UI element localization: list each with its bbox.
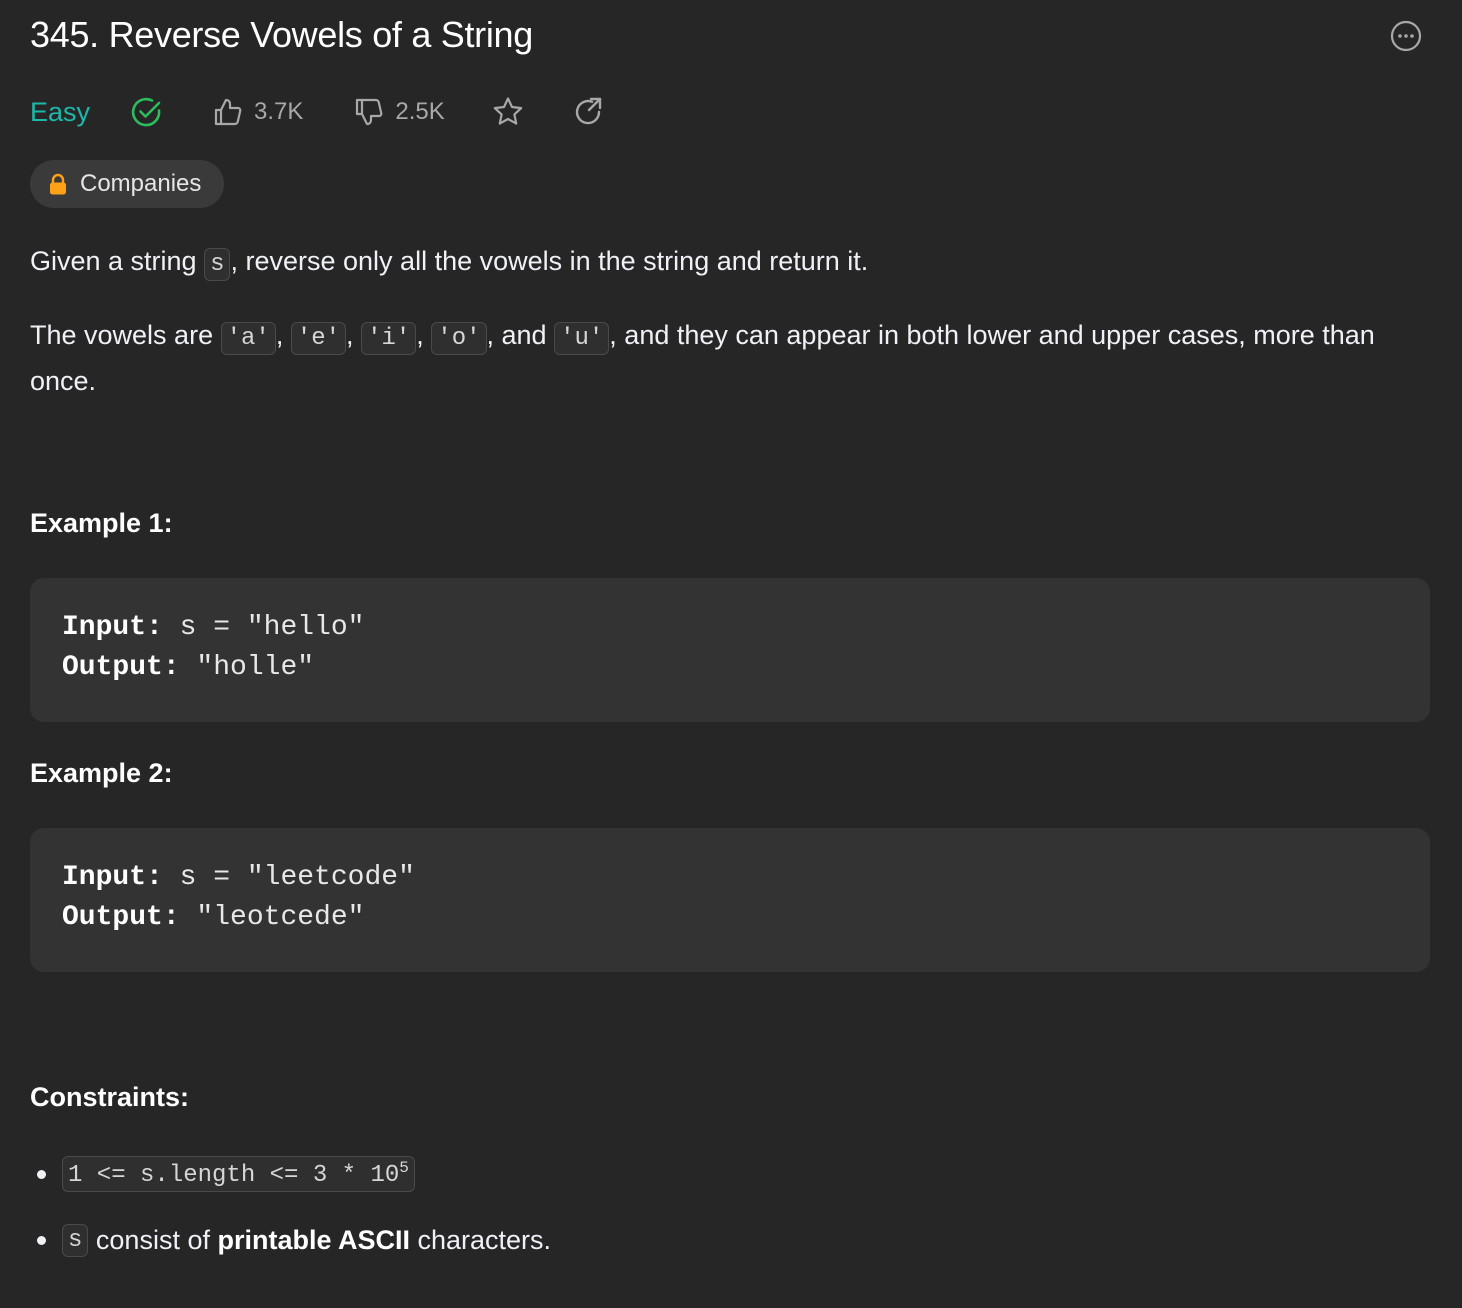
difficulty-badge: Easy xyxy=(30,96,91,127)
separator: , xyxy=(346,320,362,350)
vowel-code-a: 'a' xyxy=(220,322,276,355)
output-label: Output: xyxy=(62,652,180,683)
example-2-input-line: Input: s = "leetcode" xyxy=(62,858,1398,898)
vowel-code-i: 'i' xyxy=(361,322,417,355)
constraint-bold-text: printable ASCII xyxy=(217,1224,410,1255)
constraint-text-end: characters. xyxy=(410,1224,552,1255)
vowel-code-e: 'e' xyxy=(290,322,347,355)
problem-page: 345. Reverse Vowels of a String Easy 3.7… xyxy=(0,0,1462,1308)
favorite-button[interactable] xyxy=(491,95,525,129)
star-icon xyxy=(493,97,523,125)
constraint-length-text: 1 <= s.length <= 3 * 10 xyxy=(68,1162,400,1189)
vowel-code-u: 'u' xyxy=(554,322,610,355)
example-1-heading: Example 1: xyxy=(30,508,173,538)
p1-text-before: Given a string xyxy=(30,246,205,276)
example-2-block: Input: s = "leetcode" Output: "leotcede" xyxy=(30,828,1430,972)
like-button[interactable]: 3.7K xyxy=(212,96,303,128)
dislike-count: 2.5K xyxy=(395,98,445,125)
input-label: Input: xyxy=(62,862,163,893)
dislike-button[interactable]: 2.5K xyxy=(353,96,445,128)
example-1-input-line: Input: s = "hello" xyxy=(62,608,1398,648)
input-value: s = "hello" xyxy=(162,612,365,643)
constraints-list: 1 <= s.length <= 3 * 105 s consist of pr… xyxy=(30,1150,551,1264)
constraints-heading: Constraints: xyxy=(30,1082,190,1112)
example-1-block: Input: s = "hello" Output: "holle" xyxy=(30,578,1430,722)
share-button[interactable] xyxy=(571,95,605,129)
p1-text-after: , reverse only all the vowels in the str… xyxy=(230,246,869,276)
output-label: Output: xyxy=(62,902,180,933)
companies-label: Companies xyxy=(80,170,202,197)
thumbs-down-icon xyxy=(356,98,383,126)
constraint-item: s consist of printable ASCII characters. xyxy=(30,1216,551,1264)
more-icon xyxy=(1390,20,1422,52)
like-count: 3.7K xyxy=(254,98,304,125)
example-2-heading: Example 2: xyxy=(30,758,173,788)
separator: , xyxy=(275,320,291,350)
inline-code-s: s xyxy=(62,1223,89,1257)
output-value: "leotcede" xyxy=(179,902,365,933)
constraint-length-code: 1 <= s.length <= 3 * 105 xyxy=(62,1156,415,1192)
input-value: s = "leetcode" xyxy=(162,862,415,893)
separator: , xyxy=(416,320,432,350)
constraint-text: consist of xyxy=(88,1224,218,1255)
inline-code-s: s xyxy=(204,248,231,281)
solved-status xyxy=(130,95,164,129)
description-paragraph-1: Given a string s, reverse only all the v… xyxy=(30,240,1430,286)
solved-check-icon xyxy=(131,97,161,127)
output-value: "holle" xyxy=(179,652,315,683)
example-1-output-line: Output: "holle" xyxy=(62,648,1398,688)
constraint-item: 1 <= s.length <= 3 * 105 xyxy=(30,1150,551,1198)
share-icon xyxy=(575,97,601,125)
example-2-output-line: Output: "leotcede" xyxy=(62,898,1398,938)
lock-icon xyxy=(48,173,68,195)
more-options-button[interactable] xyxy=(1389,19,1423,53)
p2-text-before: The vowels are xyxy=(30,320,221,350)
problem-title: 345. Reverse Vowels of a String xyxy=(30,14,533,55)
thumbs-up-icon xyxy=(214,98,242,126)
vowel-code-o: 'o' xyxy=(431,322,487,355)
input-label: Input: xyxy=(62,612,163,643)
constraint-exponent: 5 xyxy=(399,1159,409,1177)
separator-and: , and xyxy=(486,320,555,350)
companies-tag-button[interactable]: Companies xyxy=(30,160,224,208)
description-paragraph-2: The vowels are 'a', 'e', 'i', 'o', and '… xyxy=(30,314,1430,402)
problem-meta-bar: Easy 3.7K 2.5K xyxy=(30,88,605,136)
